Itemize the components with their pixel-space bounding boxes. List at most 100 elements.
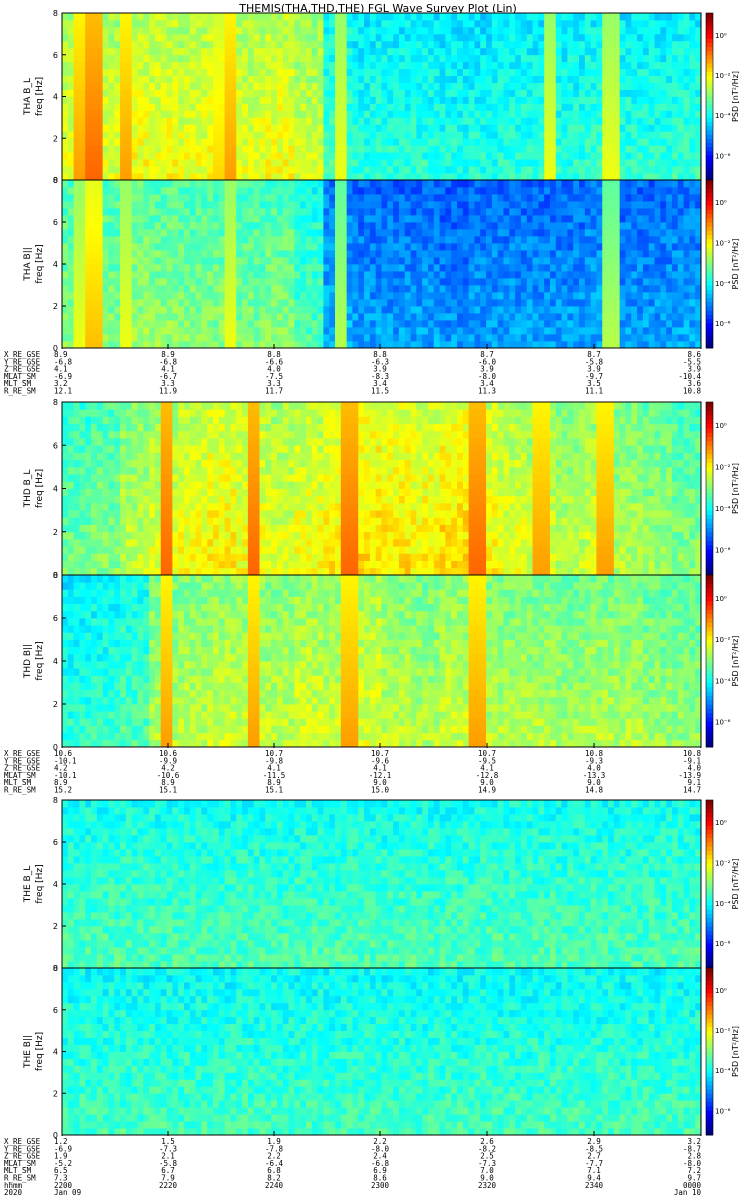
spectrogram-cell	[555, 145, 562, 153]
spectrogram-cell	[393, 327, 400, 335]
spectrogram-cell	[230, 152, 237, 160]
spectrogram-cell	[596, 278, 603, 286]
spectrogram-cell	[137, 124, 144, 132]
spectrogram-cell	[590, 222, 597, 230]
spectrogram-cell	[91, 236, 98, 244]
spectrogram-cell	[114, 180, 121, 188]
spectrogram-cell	[102, 131, 109, 139]
spectrogram-cell	[520, 124, 528, 132]
spectrogram-cell	[236, 194, 243, 202]
spectrogram-cell	[526, 243, 533, 251]
spectrogram-cell	[387, 117, 394, 125]
spectrogram-cell	[317, 243, 324, 251]
spectrogram-cell	[253, 138, 260, 146]
spectrogram-cell	[120, 299, 127, 307]
spectrogram-cell	[352, 33, 359, 42]
spectrogram-cell	[178, 61, 185, 70]
spectrogram-cell	[67, 229, 75, 237]
spectrogram-cell	[503, 159, 510, 167]
spectrogram-cell	[207, 47, 214, 56]
spectrogram-cell	[305, 271, 313, 279]
spectrogram-cell	[596, 236, 603, 244]
spectrogram-cell	[538, 278, 545, 286]
spectrogram-cell	[445, 89, 452, 97]
spectrogram-cell	[654, 117, 661, 125]
spectrogram-cell	[189, 145, 197, 153]
spectrogram-cell	[149, 257, 156, 265]
spectrogram-cell	[311, 236, 318, 244]
spectrogram-cell	[340, 110, 348, 118]
spectrogram-cell	[85, 75, 92, 83]
spectrogram-cell	[648, 96, 655, 104]
spectrogram-cell	[608, 110, 615, 118]
spectrogram-cell	[300, 208, 307, 216]
spectrogram-cell	[520, 145, 528, 153]
spectrogram-cell	[96, 54, 104, 63]
spectrogram-cell	[579, 320, 586, 328]
spectrogram-cell	[445, 173, 452, 181]
spectrogram-cell	[462, 257, 470, 265]
spectrogram-cell	[288, 243, 295, 251]
spectrogram-cell	[195, 26, 202, 35]
spectrogram-cell	[96, 96, 104, 104]
spectrogram-cell	[96, 68, 104, 77]
spectrogram-cell	[375, 264, 382, 272]
spectrogram-cell	[300, 257, 307, 265]
spectrogram-cell	[178, 278, 185, 286]
spectrogram-cell	[282, 194, 289, 202]
spectrogram-cell	[602, 341, 609, 349]
spectrogram-cell	[125, 75, 133, 83]
spectrogram-cell	[637, 152, 644, 160]
spectrogram-cell	[323, 299, 330, 307]
spectrogram-cell	[381, 117, 388, 125]
spectrogram-cell	[683, 47, 690, 56]
spectrogram-cell	[404, 187, 411, 195]
spectrogram-cell	[201, 222, 208, 230]
spectrogram-cell	[375, 124, 382, 132]
spectrogram-cell	[102, 299, 109, 307]
spectrogram-cell	[584, 222, 592, 230]
spectrogram-cell	[503, 327, 510, 335]
spectrogram-cell	[416, 131, 423, 139]
spectrogram-cell	[340, 306, 348, 314]
spectrogram-cell	[567, 166, 574, 174]
spectrogram-cell	[160, 82, 167, 90]
spectrogram-cell	[253, 320, 260, 328]
spectrogram-cell	[549, 75, 557, 83]
spectrogram-cell	[410, 103, 417, 111]
spectrogram-cell	[439, 257, 446, 265]
spectrogram-cell	[67, 124, 75, 132]
spectrogram-cell	[340, 89, 348, 97]
spectrogram-cell	[340, 159, 348, 167]
spectrogram-cell	[300, 187, 307, 195]
spectrogram-cell	[282, 33, 289, 42]
spectrogram-cell	[125, 236, 133, 244]
spectrogram-cell	[439, 285, 446, 293]
spectrogram-cell	[555, 138, 562, 146]
spectrogram-cell	[73, 159, 80, 167]
spectrogram-cell	[224, 33, 231, 42]
spectrogram-cell	[67, 313, 75, 321]
colorbar-step	[706, 38, 713, 43]
spectrogram-cell	[486, 243, 493, 251]
spectrogram-cell	[666, 159, 673, 167]
spectrogram-cell	[451, 103, 458, 111]
spectrogram-cell	[602, 313, 609, 321]
spectrogram-cell	[67, 117, 75, 125]
spectrogram-cell	[474, 334, 481, 342]
spectrogram-cell	[526, 96, 533, 104]
spectrogram-cell	[300, 47, 307, 56]
spectrogram-cell	[79, 19, 86, 28]
spectrogram-cell	[166, 117, 173, 125]
spectrogram-cell	[422, 285, 429, 293]
spectrogram-cell	[503, 110, 510, 118]
spectrogram-cell	[323, 82, 330, 90]
spectrogram-cell	[335, 61, 342, 70]
spectrogram-cell	[79, 243, 86, 251]
spectrogram-cell	[497, 201, 504, 209]
spectrogram-cell	[637, 33, 644, 42]
spectrogram-cell	[172, 222, 179, 230]
spectrogram-cell	[102, 145, 109, 153]
spectrogram-cell	[387, 285, 394, 293]
spectrogram-cell	[213, 278, 220, 286]
